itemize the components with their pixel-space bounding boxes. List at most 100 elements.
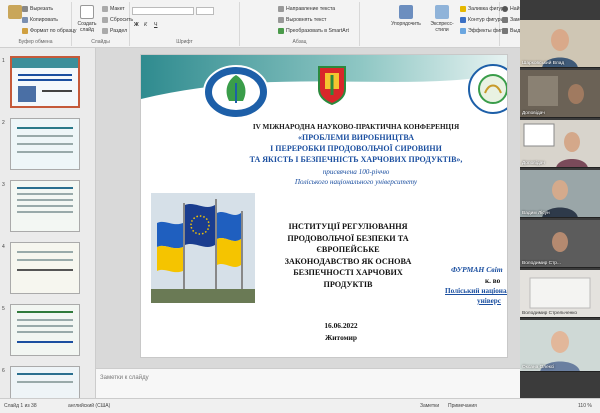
- reset-icon: [102, 17, 108, 23]
- ribbon: Вырезать Копировать Формат по образцу Бу…: [0, 0, 600, 48]
- copy-icon: [22, 17, 28, 23]
- italic-button[interactable]: К: [144, 22, 147, 28]
- text-direction-button[interactable]: Направление текста: [278, 6, 335, 12]
- drawing-group: Упорядочить Экспресс-стили Заливка фигур…: [360, 2, 508, 46]
- participant-tile[interactable]: Володимир Стр...: [520, 220, 600, 268]
- participant-tile[interactable]: Оксана Олексі: [520, 320, 600, 372]
- zoom-level[interactable]: 110 %: [578, 403, 592, 409]
- university-logo: [201, 63, 271, 121]
- thumb-number: 3: [2, 182, 5, 188]
- conference-theme-line2: І ПЕРЕРОБКИ ПРОДОВОЛЬЧОЇ СИРОВИНИ: [270, 144, 442, 153]
- dedication-line1: присвячена 100-річчю: [322, 168, 390, 176]
- arrange-button[interactable]: Упорядочить: [390, 5, 422, 27]
- participant-name: Вадим Лісун: [522, 211, 550, 216]
- format-painter-button[interactable]: Формат по образцу: [22, 28, 77, 34]
- participant-tile[interactable]: Доповідач: [520, 70, 600, 118]
- conference-theme-line3: ТА ЯКІСТЬ І БЕЗПЕЧНІСТЬ ХАРЧОВИХ ПРОДУКТ…: [249, 155, 463, 164]
- slide-editing-area[interactable]: IV МІЖНАРОДНА НАУКОВО-ПРАКТИЧНА КОНФЕРЕН…: [96, 48, 520, 368]
- thumb-number: 2: [2, 120, 5, 126]
- font-name-field[interactable]: [132, 7, 194, 15]
- smartart-icon: [278, 28, 284, 34]
- presentation-date: 16.06.2022: [324, 321, 358, 330]
- video-participants-panel: Шарковський Влад Доповідач Доповідач Вад…: [520, 0, 600, 398]
- brush-icon: [22, 28, 28, 34]
- clipboard-group: Вырезать Копировать Формат по образцу Бу…: [0, 2, 77, 46]
- shape-outline-button[interactable]: Контур фигуры: [460, 17, 504, 23]
- thumb-number: 4: [2, 244, 5, 250]
- current-slide[interactable]: IV МІЖНАРОДНА НАУКОВО-ПРАКТИЧНА КОНФЕРЕН…: [140, 54, 508, 358]
- author-affiliation-cont: універс: [477, 297, 501, 305]
- report-topic: ІНСТИТУЦІЇ РЕГУЛЮВАННЯ ПРОДОВОЛЬЧОЇ БЕЗП…: [284, 222, 412, 289]
- participant-tile[interactable]: Володимир Стрельченко: [520, 270, 600, 318]
- layout-button[interactable]: Макет: [102, 6, 125, 12]
- scissors-icon: [22, 6, 28, 12]
- arrange-icon: [399, 5, 413, 19]
- new-slide-button[interactable]: Создать слайд: [74, 5, 100, 33]
- bold-button[interactable]: Ж: [134, 22, 139, 28]
- align-icon: [278, 17, 284, 23]
- align-text-button[interactable]: Выровнять текст: [278, 17, 326, 23]
- search-icon: [502, 6, 508, 12]
- smartart-button[interactable]: Преобразовать в SmartArt: [278, 28, 349, 34]
- dedication-line2: Поліського національного університету: [294, 178, 418, 186]
- participant-name: Володимир Стр...: [522, 261, 561, 266]
- notes-placeholder: Заметки к слайду: [100, 375, 149, 381]
- presentation-city: Житомир: [324, 333, 358, 342]
- slides-group-label: Слайды: [91, 39, 110, 45]
- author-degree: к. во: [485, 277, 501, 285]
- participant-name: Шарковський Влад: [522, 61, 565, 66]
- thumb-number: 6: [2, 368, 5, 374]
- editing-group: Найти Заменить Выделить: [500, 2, 534, 46]
- participant-tile[interactable]: Вадим Лісун: [520, 170, 600, 218]
- slide-thumbnail[interactable]: [10, 56, 80, 108]
- slide-thumbnail[interactable]: [10, 180, 80, 232]
- section-button[interactable]: Раздел: [102, 28, 127, 34]
- outline-icon: [460, 17, 466, 23]
- slide-thumbnail[interactable]: [10, 304, 80, 356]
- slide-counter: Слайд 1 из 38: [4, 403, 37, 409]
- flags-photo: [151, 193, 255, 303]
- participant-name: Володимир Стрельченко: [522, 311, 578, 316]
- slide-thumbnail[interactable]: [10, 242, 80, 294]
- coat-of-arms: [315, 65, 349, 106]
- replace-icon: [502, 17, 508, 23]
- quick-styles-button[interactable]: Экспресс-стили: [426, 5, 458, 33]
- paragraph-group: Направление текста Выровнять текст Преоб…: [240, 2, 360, 46]
- notes-toggle-button[interactable]: Заметки: [420, 403, 439, 409]
- new-slide-icon: [80, 5, 94, 19]
- comments-toggle-button[interactable]: Примечания: [448, 403, 477, 409]
- copy-button[interactable]: Копировать: [22, 17, 58, 23]
- effects-icon: [460, 28, 466, 34]
- participant-tile[interactable]: Доповідач: [520, 120, 600, 168]
- language-indicator[interactable]: английский (США): [68, 403, 110, 409]
- layout-icon: [102, 6, 108, 12]
- fill-icon: [460, 6, 466, 12]
- font-group: Ж К Ч Шрифт: [130, 2, 240, 46]
- thumb-number: 1: [2, 58, 5, 64]
- section-icon: [102, 28, 108, 34]
- reset-button[interactable]: Сбросить: [102, 17, 133, 23]
- slide-thumbnail[interactable]: [10, 118, 80, 170]
- clipboard-group-label: Буфер обмена: [18, 39, 53, 45]
- styles-icon: [435, 5, 449, 19]
- cursor-icon: [502, 28, 508, 34]
- participant-tile[interactable]: Шарковський Влад: [520, 20, 600, 68]
- slide-thumbnail[interactable]: [10, 366, 80, 398]
- slides-group: Создать слайд Макет Сбросить Раздел Слай…: [72, 2, 133, 46]
- notes-pane[interactable]: Заметки к слайду: [96, 368, 520, 398]
- text-direction-icon: [278, 6, 284, 12]
- paste-icon: [8, 5, 22, 19]
- slide-thumbnails-pane[interactable]: 1 2 3 4 5 6: [0, 48, 96, 398]
- participant-name: Доповідач: [522, 161, 545, 166]
- paragraph-group-label: Абзац: [292, 39, 307, 45]
- conference-title: IV МІЖНАРОДНА НАУКОВО-ПРАКТИЧНА КОНФЕРЕН…: [252, 123, 460, 131]
- conference-theme-line1: «ПРОБЛЕМИ ВИРОБНИЦТВА: [298, 133, 414, 142]
- thumb-number: 5: [2, 306, 5, 312]
- underline-button[interactable]: Ч: [154, 22, 157, 28]
- author-affiliation: Поліський національ: [445, 287, 508, 295]
- faculty-logo: [467, 61, 507, 119]
- cut-button[interactable]: Вырезать: [22, 6, 53, 12]
- font-group-label: Шрифт: [176, 39, 193, 45]
- author-name: ФУРМАН Світ: [451, 265, 503, 274]
- font-size-field[interactable]: [196, 7, 214, 15]
